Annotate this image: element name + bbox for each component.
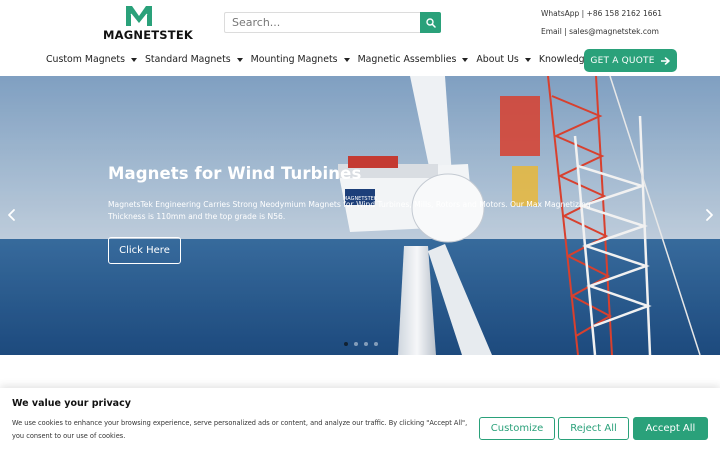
- main-nav: Custom Magnets Standard Magnets Mounting…: [46, 54, 610, 65]
- nav-item-standard-magnets[interactable]: Standard Magnets: [145, 54, 243, 65]
- caret-down-icon: [236, 57, 243, 62]
- slider-dot[interactable]: [344, 342, 348, 346]
- chevron-left-icon[interactable]: [6, 208, 18, 222]
- nav-item-magnetic-assemblies[interactable]: Magnetic Assemblies: [358, 54, 469, 65]
- nav-item-label: Mounting Magnets: [250, 54, 338, 65]
- slider-dot[interactable]: [374, 342, 378, 346]
- slider-dot[interactable]: [354, 342, 358, 346]
- reject-all-button[interactable]: Reject All: [558, 417, 629, 440]
- slider-pagination: [344, 342, 378, 346]
- caret-down-icon: [462, 57, 469, 62]
- get-a-quote-label: GET A QUOTE: [590, 55, 655, 66]
- chevron-right-icon[interactable]: [703, 208, 715, 222]
- site-header: MAGNETSTEK WhatsApp | +86 158 2162 1661 …: [0, 0, 720, 76]
- caret-down-icon: [130, 57, 137, 62]
- cookie-consent-banner: We value your privacy We use cookies to …: [0, 388, 720, 450]
- logo-mark-icon: [126, 6, 152, 26]
- nav-item-about-us[interactable]: About Us: [476, 54, 531, 65]
- cookie-text: We use cookies to enhance your browsing …: [12, 419, 468, 440]
- caret-down-icon: [524, 57, 531, 62]
- nav-item-custom-magnets[interactable]: Custom Magnets: [46, 54, 137, 65]
- email-contact[interactable]: Email | sales@magnetstek.com: [541, 27, 659, 36]
- nav-item-label: Standard Magnets: [144, 54, 231, 65]
- site-logo[interactable]: MAGNETSTEK: [103, 4, 194, 42]
- hero-slider: MAGNETSTEK Magnets for Wind Turbines Mag…: [0, 76, 720, 355]
- hero-click-here-button[interactable]: Click Here: [108, 237, 181, 264]
- customize-button[interactable]: Customize: [479, 417, 555, 440]
- nav-item-label: Magnetic Assemblies: [357, 54, 457, 65]
- nav-item-label: About Us: [476, 54, 519, 65]
- accept-all-button[interactable]: Accept All: [633, 417, 708, 440]
- hero-title: Magnets for Wind Turbines: [108, 164, 362, 183]
- nav-item-mounting-magnets[interactable]: Mounting Magnets: [251, 54, 350, 65]
- hero-description: MagnetsTek Engineering Carries Strong Ne…: [108, 200, 591, 221]
- nav-item-label: Knowledge: [538, 54, 591, 65]
- get-a-quote-button[interactable]: GET A QUOTE: [584, 49, 677, 72]
- search-icon: [425, 17, 436, 28]
- search-input[interactable]: [224, 12, 420, 33]
- caret-down-icon: [343, 57, 350, 62]
- slider-dot[interactable]: [364, 342, 368, 346]
- whatsapp-contact[interactable]: WhatsApp | +86 158 2162 1661: [541, 9, 662, 18]
- cookie-title: We value your privacy: [12, 398, 131, 409]
- search-button[interactable]: [420, 12, 441, 33]
- arrow-right-icon: [660, 56, 670, 65]
- logo-wordmark: MAGNETSTEK: [103, 28, 194, 42]
- nav-item-label: Custom Magnets: [46, 54, 125, 65]
- search-form: [224, 12, 441, 33]
